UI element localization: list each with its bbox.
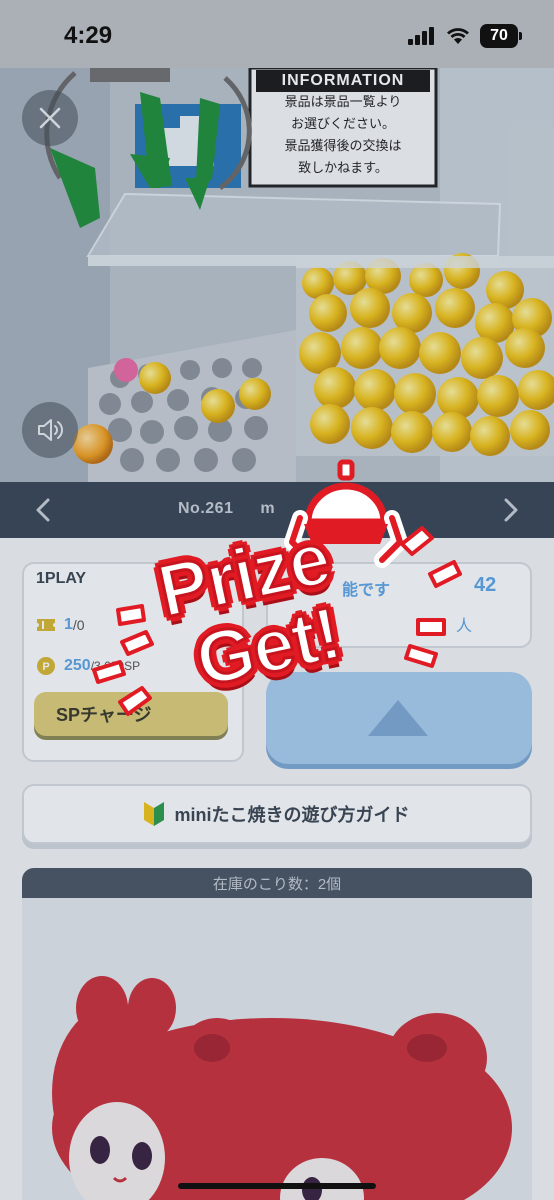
play-panel-title: 1PLAY [36, 570, 87, 587]
close-button[interactable] [22, 90, 78, 146]
prize-stock-card: 在庫のこり数：2個 [22, 868, 532, 1200]
info-sign-title: INFORMATION [281, 72, 405, 89]
ticket-row: 1 /0 [36, 616, 85, 634]
ticket-count: 1 [64, 616, 73, 633]
play-guide-label: miniたこ焼きの遊び方ガイド [174, 805, 410, 825]
point-coin-icon: P [37, 657, 55, 675]
prev-machine-button[interactable] [30, 496, 58, 524]
battery-icon: 70 [480, 24, 522, 48]
stock-count-header: 在庫のこり数：2個 [22, 868, 532, 898]
ticket-icon [37, 619, 55, 631]
play-guide-button[interactable]: miniたこ焼きの遊び方ガイド [22, 784, 532, 844]
prize-get-overlay: Prize Get! [84, 456, 474, 756]
status-time: 4:29 [64, 22, 113, 49]
ticket-total: /0 [72, 617, 85, 633]
status-bar: 4:29 70 [0, 0, 554, 68]
beginner-mark-icon [144, 802, 165, 826]
speaker-icon [38, 419, 63, 441]
queue-count: 42 [474, 574, 497, 596]
wifi-icon [447, 28, 469, 44]
close-icon [39, 107, 61, 129]
info-sign: INFORMATION 景品は景品一覧より お選びください。 景品獲得後の交換は… [252, 70, 434, 186]
prize-plush-image [22, 898, 532, 1200]
info-sign-line: 致しかねます。 [298, 161, 388, 176]
sound-toggle-button[interactable] [22, 402, 78, 458]
info-sign-line: お選びください。 [290, 117, 395, 132]
next-machine-button[interactable] [496, 496, 524, 524]
info-sign-line: 景品は景品一覧より [284, 95, 402, 110]
live-video: INFORMATION 景品は景品一覧より お選びください。 景品獲得後の交換は… [0, 68, 554, 482]
info-sign-line: 景品獲得後の交換は [284, 139, 402, 154]
status-icons: 70 [408, 24, 522, 48]
yellow-balls [299, 253, 554, 456]
home-indicator[interactable] [178, 1183, 376, 1189]
cellular-signal-icon [408, 27, 434, 45]
svg-text:P: P [42, 661, 49, 673]
